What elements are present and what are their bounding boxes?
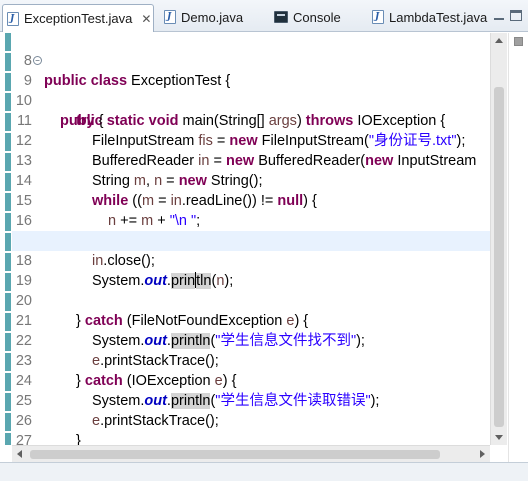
code-line-28: 28 } [12,431,490,445]
horizontal-scroll-thumb[interactable] [30,450,440,459]
java-file-icon: J [164,10,176,24]
overview-marker-icon [514,37,523,46]
java-editor[interactable]: 8 public class ExceptionTest { 9 − publi… [0,33,528,481]
code-line-17: 17 in.close(); [16,233,155,269]
code-line-26: 26 } [15,413,81,449]
code-line-8: 8 public class ExceptionTest { [23,53,231,89]
code-line-23: 23 } catch (IOException e) { [15,353,237,389]
code-line-25: 25 e.printStackTrace(); [15,393,219,429]
java-file-icon: J [7,11,19,26]
code-line-16: 16 } [15,213,97,249]
code-line-27: 27 } [15,433,65,469]
vertical-scroll-thumb[interactable] [494,87,504,427]
java-file-icon: J [372,10,384,24]
tab-label: Demo.java [181,9,244,25]
fold-collapse-icon[interactable]: − [33,56,42,65]
code-line-20: 20 } catch (FileNotFoundException e) { [15,293,309,329]
tab-label: ExceptionTest.java [24,11,133,26]
code-line-9: 9 − public static void main(String[] arg… [23,56,446,129]
close-icon[interactable]: ✕ [140,12,152,26]
tab-demo-java[interactable]: J Demo.java [160,4,272,30]
change-ruler [5,33,11,445]
editor-bottom-frame [0,462,528,481]
code-line-22: 22 e.printStackTrace(); [15,333,219,369]
code-line-12: 12 BufferedReader in = new BufferedReade… [15,133,477,169]
tab-console[interactable]: Console [270,4,362,30]
tab-label: LambdaTest.java [389,9,488,25]
tab-label: Console [293,9,341,25]
code-area[interactable]: 8 public class ExceptionTest { 9 − publi… [12,33,490,469]
overview-ruler[interactable] [508,33,528,481]
scroll-right-arrow-icon[interactable] [480,450,485,458]
console-icon [274,11,288,23]
minimize-icon[interactable] [492,8,506,22]
tab-lambdatest-java[interactable]: J LambdaTest.java [368,4,498,30]
code-line-18-current: 18 System.out.println(n); [12,231,490,289]
scroll-down-arrow-icon[interactable] [495,435,503,440]
code-line-15: 15 n += m + "\n "; [15,193,201,229]
code-line-19: 19 [15,273,32,289]
code-line-11: 11 FileInputStream fis = new FileInputSt… [16,113,466,149]
vertical-scrollbar[interactable] [490,33,507,445]
code-line-21: 21 System.out.println("学生信息文件找不到"); [15,313,365,349]
maximize-icon[interactable] [510,10,522,21]
code-line-10: 10 try { [15,93,104,129]
scroll-up-arrow-icon[interactable] [495,38,503,43]
scroll-left-arrow-icon[interactable] [17,450,22,458]
horizontal-scrollbar[interactable] [12,445,490,462]
tab-exceptiontest-java[interactable]: J ExceptionTest.java ✕ [2,4,154,32]
code-line-14: 14 while ((m = in.readLine()) != null) { [15,173,317,209]
code-line-13: 13 String m, n = new String(); [15,153,263,189]
code-line-24: 24 System.out.println("学生信息文件读取错误"); [15,373,380,409]
editor-tab-bar: J ExceptionTest.java ✕ J Demo.java Conso… [0,0,528,32]
